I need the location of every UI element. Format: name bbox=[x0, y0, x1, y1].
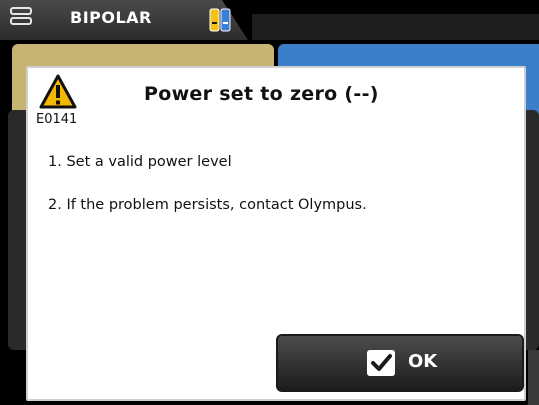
checkmark-icon bbox=[367, 350, 395, 376]
menu-icon-bar bbox=[10, 17, 32, 25]
device-screen: BIPOLAR E0141 Power set to zero (--) 1. … bbox=[0, 0, 539, 405]
top-tab-bar: BIPOLAR bbox=[0, 0, 539, 40]
electrode-indicator-icon bbox=[209, 8, 231, 32]
warning-icon bbox=[39, 74, 77, 109]
ok-button[interactable]: OK bbox=[276, 334, 524, 392]
menu-icon-bar bbox=[10, 7, 32, 15]
mode-label: BIPOLAR bbox=[70, 8, 152, 27]
error-dialog: E0141 Power set to zero (--) 1. Set a va… bbox=[26, 66, 526, 401]
secondary-tab[interactable] bbox=[252, 14, 539, 40]
ok-label: OK bbox=[408, 351, 438, 372]
instruction-item: 1. Set a valid power level bbox=[48, 154, 232, 170]
background-edge bbox=[528, 350, 539, 405]
dialog-title: Power set to zero (--) bbox=[144, 83, 379, 105]
menu-icon[interactable] bbox=[10, 7, 32, 29]
error-code: E0141 bbox=[36, 112, 78, 127]
instruction-item: 2. If the problem persists, contact Olym… bbox=[48, 197, 367, 213]
